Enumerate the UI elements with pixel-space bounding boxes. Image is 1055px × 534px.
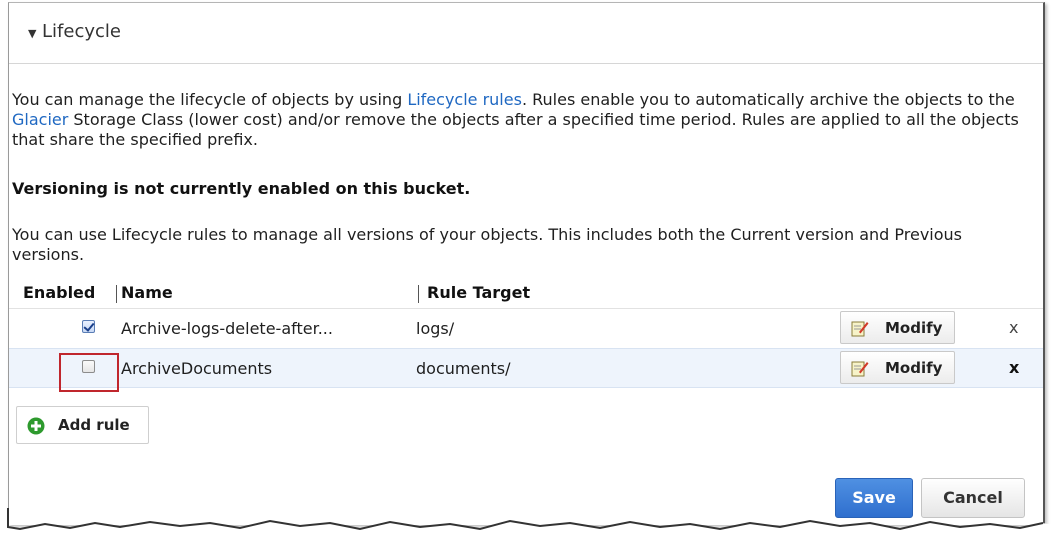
glacier-link[interactable]: Glacier xyxy=(12,110,68,129)
header-rule-target[interactable]: Rule Target xyxy=(427,283,530,302)
modify-button[interactable]: Modify xyxy=(840,311,955,344)
section-title: Lifecycle xyxy=(42,21,121,42)
torn-edge-decoration xyxy=(0,508,1055,534)
delete-rule-button[interactable]: x xyxy=(1009,318,1018,337)
versioning-warning: Versioning is not currently enabled on t… xyxy=(12,179,471,198)
lifecycle-panel: ▼ Lifecycle You can manage the lifecycle… xyxy=(8,2,1045,525)
delete-rule-button[interactable]: x xyxy=(1009,358,1019,377)
rule-name: ArchiveDocuments xyxy=(121,359,273,378)
edit-icon xyxy=(851,361,869,377)
add-rule-button[interactable]: Add rule xyxy=(16,406,149,444)
versions-text: You can use Lifecycle rules to manage al… xyxy=(12,225,962,264)
table-row[interactable]: ArchiveDocuments documents/ Modify x xyxy=(9,348,1043,388)
column-divider xyxy=(418,285,419,303)
header-enabled[interactable]: Enabled xyxy=(23,283,95,302)
rules-table-header: Enabled Name Rule Target xyxy=(9,283,1043,305)
table-row[interactable]: Archive-logs-delete-after... logs/ Modif… xyxy=(9,308,1043,347)
section-header[interactable]: ▼ Lifecycle xyxy=(9,3,1043,64)
column-divider xyxy=(116,285,117,303)
header-name[interactable]: Name xyxy=(121,283,173,302)
rule-name: Archive-logs-delete-after... xyxy=(121,319,333,338)
edit-icon xyxy=(851,321,869,337)
annotation-highlight-box xyxy=(59,353,119,392)
modify-button[interactable]: Modify xyxy=(840,351,955,384)
rule-target: documents/ xyxy=(416,359,511,378)
add-icon xyxy=(27,417,45,435)
collapse-caret-icon[interactable]: ▼ xyxy=(28,27,36,40)
intro-text: You can manage the lifecycle of objects … xyxy=(12,90,1019,149)
enabled-checkbox[interactable] xyxy=(82,320,95,333)
lifecycle-rules-link[interactable]: Lifecycle rules xyxy=(407,90,522,109)
rule-target: logs/ xyxy=(416,319,455,338)
